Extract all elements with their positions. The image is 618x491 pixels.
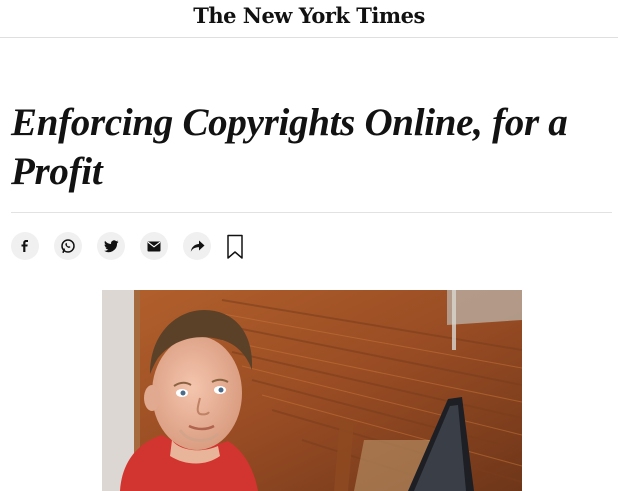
email-share-button[interactable]	[140, 232, 168, 260]
facebook-icon	[21, 240, 28, 252]
twitter-icon	[103, 239, 118, 252]
divider	[11, 212, 612, 213]
more-share-button[interactable]	[183, 232, 211, 260]
whatsapp-share-button[interactable]	[54, 232, 82, 260]
whatsapp-icon	[61, 239, 75, 253]
bookmark-icon[interactable]	[226, 234, 244, 260]
photo-illustration	[102, 290, 522, 491]
share-arrow-icon	[190, 240, 204, 252]
article-headline: Enforcing Copyrights Online, for a Profi…	[11, 101, 568, 193]
nyt-logo[interactable]: The New York Times	[0, 3, 618, 28]
facebook-share-button[interactable]	[11, 232, 39, 260]
email-icon	[147, 241, 161, 251]
masthead: The New York Times	[0, 0, 618, 38]
twitter-share-button[interactable]	[97, 232, 125, 260]
article-photo	[102, 290, 522, 491]
